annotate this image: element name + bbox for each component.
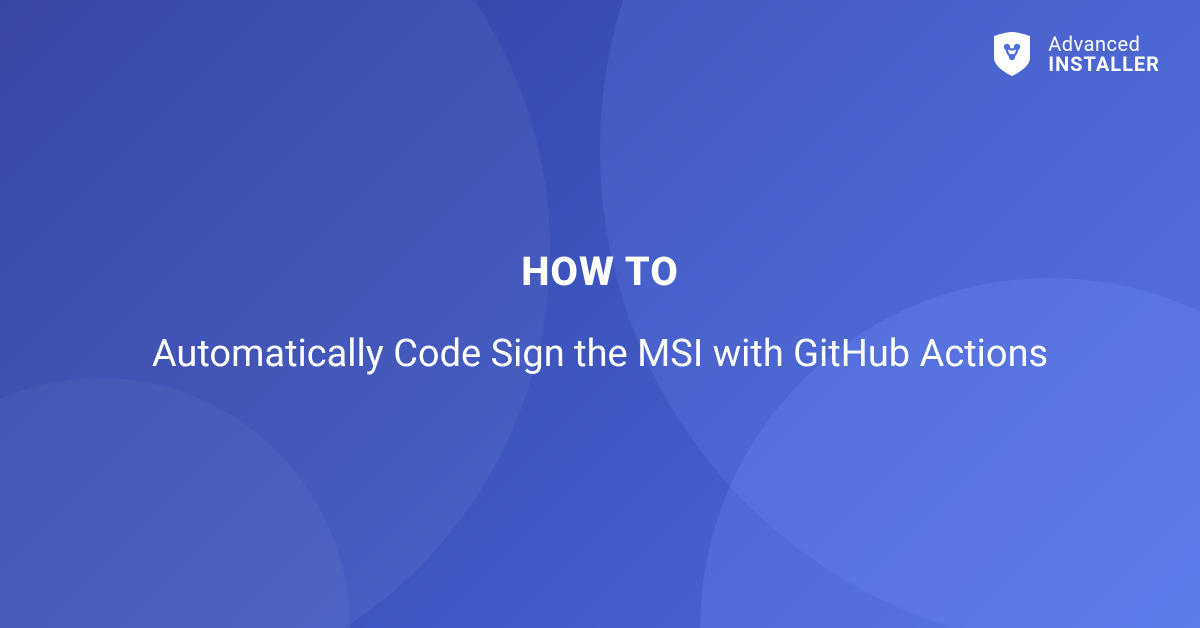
page-title: Automatically Code Sign the MSI with Git… (152, 329, 1048, 380)
hero-content: HOW TO Automatically Code Sign the MSI w… (0, 0, 1200, 628)
kicker-label: HOW TO (521, 248, 679, 295)
